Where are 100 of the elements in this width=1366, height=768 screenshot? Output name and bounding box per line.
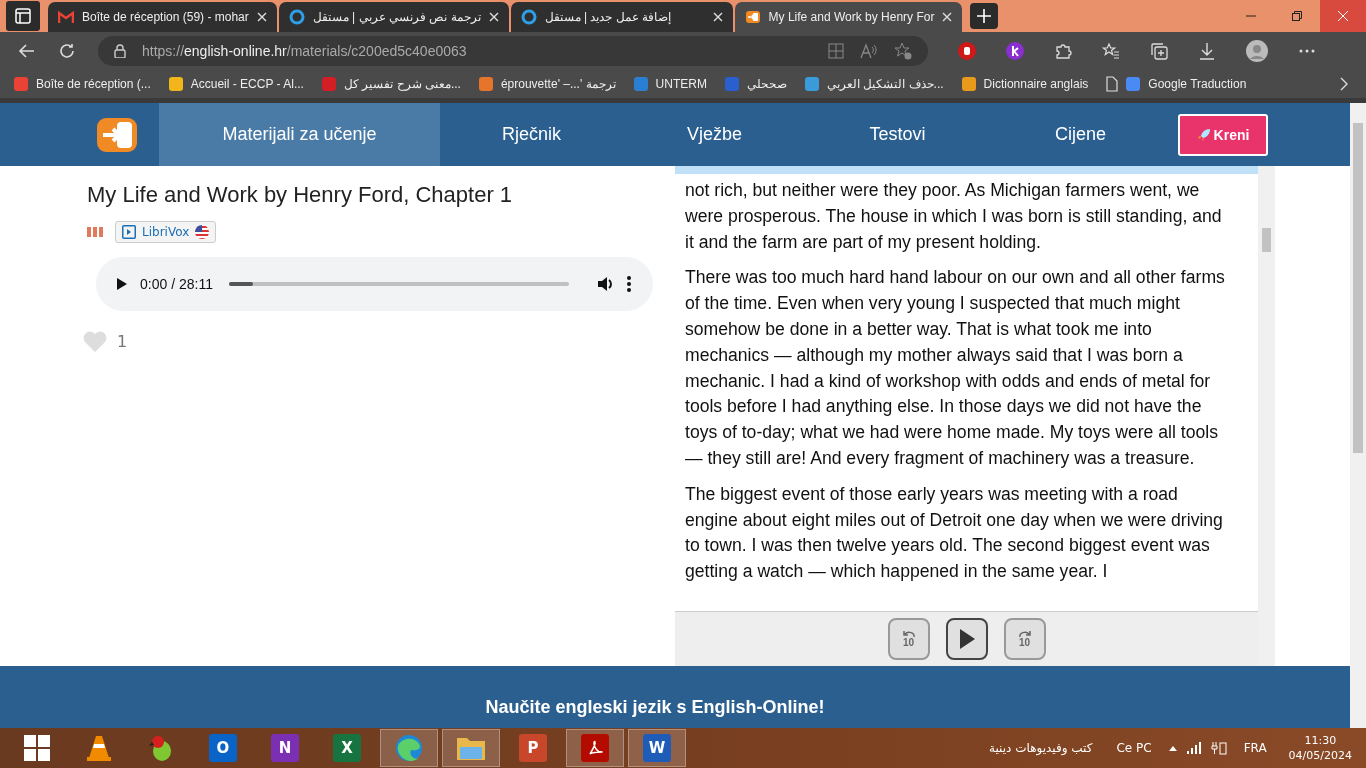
tab-actions-icon[interactable] [6,1,40,31]
tab-title: My Life and Work by Henry For [768,10,935,24]
bookmark-icon [168,77,183,91]
address-bar[interactable]: https://english-online.hr/materials/c200ed5c40e0063 [98,36,928,66]
language-indicator[interactable]: FRA [1243,741,1267,755]
tab-title: إضافة عمل جديد | مستقل [544,10,672,24]
hand-icon[interactable] [958,42,976,60]
toolbar-label[interactable]: Ce PC [1116,741,1152,755]
rewind-button[interactable]: 10 [887,618,930,660]
clock[interactable]: 11:30 04/05/2024 [1288,733,1352,763]
app-grid-icon[interactable] [828,43,844,59]
paragraph: The biggest event of those early years was meeting with a road engine about eight miles out of Detroit one day when we were driving to town. I was then twelve years old. The second biggest event was getting a watch — which happened in the same year. I [685,482,1224,584]
bookmark-item[interactable]: Accueil - ECCP - Al... [168,77,304,91]
bookmark-icon [804,77,819,91]
profile-avatar-icon[interactable] [1246,40,1268,62]
app-tile-icon: O [209,734,237,762]
add-favorite-icon[interactable] [894,42,912,60]
taskbar-app[interactable]: N [256,729,314,767]
traffic-cone-icon [87,734,111,762]
level-bars-icon [87,227,103,237]
source-badge[interactable]: LibriVox [115,221,217,243]
bookmark-icon [321,77,336,91]
read-aloud-icon[interactable] [860,43,878,59]
close-icon[interactable] [712,12,723,22]
bookmark-item[interactable]: صححلي [724,77,787,91]
arrow-box-icon [744,9,761,25]
nav-link[interactable]: Vježbe [623,103,806,166]
chevron-right-icon[interactable] [1340,77,1348,91]
taskbar-app[interactable]: W [628,729,686,767]
bookmark-icon [724,77,739,91]
bookmark-item[interactable]: éprouvette' –...' ترجمة [478,77,616,91]
bookmark-item[interactable]: معنى شرح تفسير كل... [321,77,461,91]
page-scrollbar[interactable] [1350,103,1366,728]
signal-icon[interactable] [1186,742,1201,754]
battery-plug-icon[interactable] [1210,741,1227,755]
bookmark-item[interactable]: Dictionnaire anglais [961,77,1089,91]
more-icon[interactable] [627,276,631,292]
nav-link[interactable]: Materijali za učenje [159,103,440,166]
close-icon[interactable] [256,12,267,22]
k-icon[interactable] [1006,42,1024,60]
rocket-icon [1196,127,1211,142]
audio-time: 0:00 / 28:11 [140,276,213,292]
bookmark-item[interactable]: UNTERM [633,77,707,91]
nav-link[interactable]: Cijene [989,103,1172,166]
nav-link[interactable]: Testovi [806,103,989,166]
lock-icon [114,44,126,58]
start-button[interactable]: Kreni [1178,113,1268,156]
tab-title: Boîte de réception (59) - mohar [82,10,249,24]
play-icon [957,628,976,650]
like-count: 1 [117,332,128,351]
bookmark-icon [961,77,976,91]
more-icon[interactable] [1298,48,1316,54]
browser-tab[interactable]: إضافة عمل جديد | مستقل [510,2,733,32]
play-button[interactable] [945,618,988,660]
bookmark-item[interactable]: Boîte de réception (... [14,77,151,91]
browser-tab[interactable]: Boîte de réception (59) - mohar [48,2,277,32]
plus-icon [976,8,993,24]
progress-track[interactable] [228,282,569,286]
translate-icon [1126,77,1141,91]
nav-link[interactable]: Rječnik [440,103,623,166]
bookmark-item[interactable]: حذف التشكيل العربي... [804,77,944,91]
url-text: https://english-online.hr/materials/c200ed5c40e0063 [142,43,467,59]
new-tab-button[interactable] [970,3,999,29]
forward-button[interactable]: 10 [1003,618,1046,660]
taskbar-app[interactable]: O [194,729,252,767]
back-icon[interactable] [18,42,36,60]
paragraph: not rich, but neither were they poor. As Michigan farmers went, we were prosperous. The house in which I was born is still standing, and it and the farm are part of my present holding. [685,179,1223,254]
play-icon[interactable] [116,277,128,291]
ring-icon [288,9,305,25]
close-icon[interactable] [942,12,953,22]
bookmark-icon [633,77,648,91]
taskbar-app[interactable]: X [318,729,376,767]
logo-icon[interactable] [97,117,137,152]
bookmark-icon [14,77,28,91]
caret-up-icon[interactable] [1168,745,1177,751]
wave-circle-icon [395,734,423,762]
mail-icon [58,11,74,23]
puzzle-icon[interactable] [1054,42,1072,60]
rewind-arrow-icon [901,630,916,638]
browser-tab[interactable]: ترجمة نص فرنسي عربي | مستقل [278,2,509,32]
folder-icon [456,735,486,761]
page-icon [1106,76,1119,92]
favorites-icon[interactable] [1102,42,1120,60]
download-icon[interactable] [1198,42,1216,60]
windows-icon [24,735,50,761]
taskbar-app[interactable]: P [504,729,562,767]
app-tile-icon: W [643,734,671,762]
ring-icon [520,9,537,25]
toolbar-label[interactable]: كتب وفيديوهات دينية [989,741,1093,755]
volume-icon[interactable] [597,276,615,292]
forward-arrow-icon [1017,630,1032,638]
bookmark-icon [478,77,493,91]
collections-icon[interactable] [1150,42,1168,60]
flag-icon [195,225,210,239]
refresh-icon[interactable] [58,42,76,60]
footer-text: Naučite engleski jezik s English-Online! [485,697,825,718]
browser-tab[interactable]: My Life and Work by Henry For [734,2,963,32]
bookmark-item[interactable]: Google Traduction [1106,76,1247,92]
close-icon[interactable] [488,12,499,22]
lesson-title: My Life and Work by Henry Ford, Chapter 1 [87,182,514,208]
